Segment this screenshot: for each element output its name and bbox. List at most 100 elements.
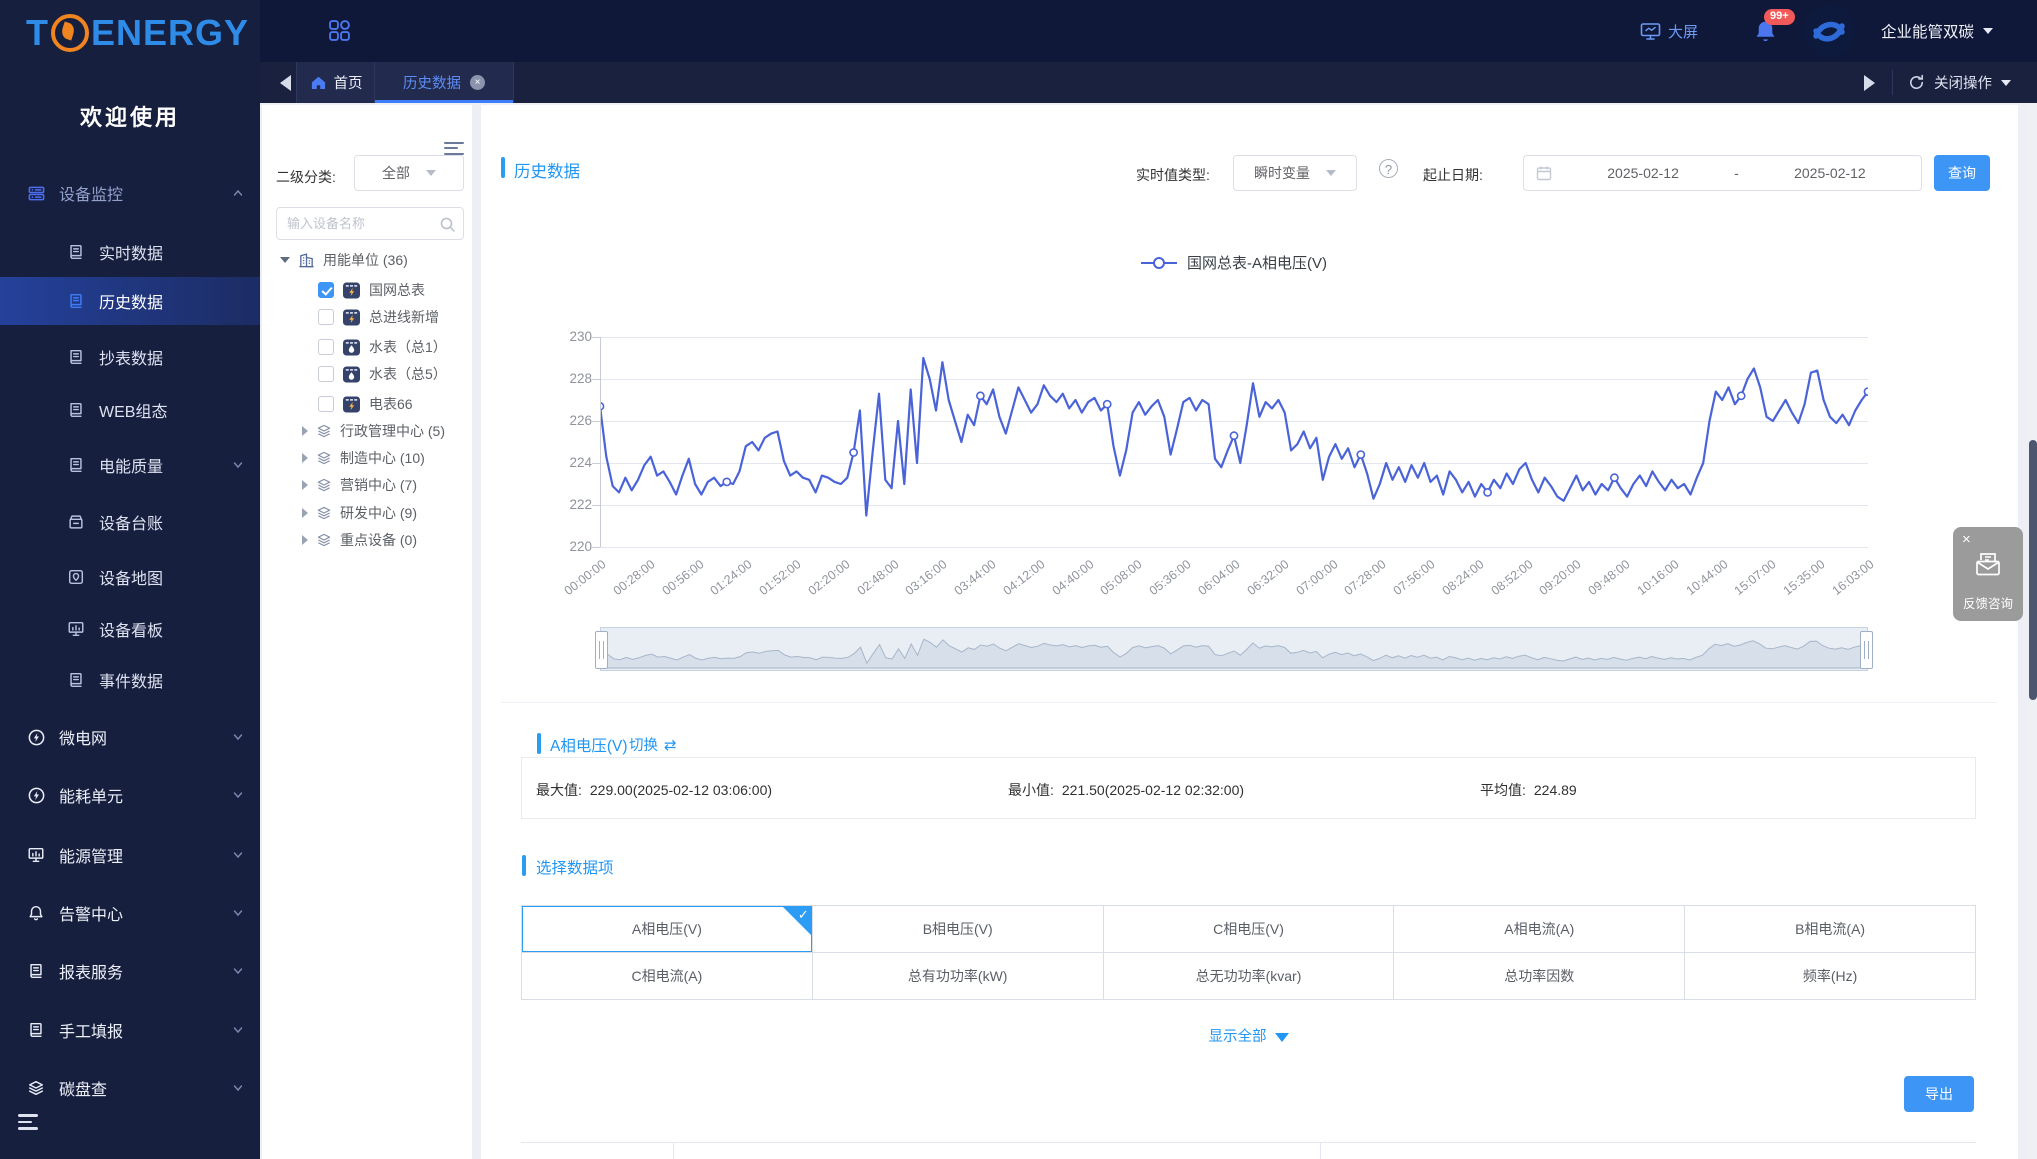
user-avatar[interactable] xyxy=(1803,5,1855,57)
sidebar-item-device-board[interactable]: 设备看板 xyxy=(0,605,260,653)
tab-home[interactable]: 首页 xyxy=(296,62,376,103)
swap-arrows-icon: ⇄ xyxy=(664,736,677,754)
building-icon xyxy=(298,252,315,269)
export-button[interactable]: 导出 xyxy=(1904,1076,1974,1112)
book-icon xyxy=(66,670,86,690)
checkbox[interactable] xyxy=(318,309,334,325)
top-header: 大屏 99+ 企业能管双碳 xyxy=(260,0,2037,62)
close-operations-dropdown[interactable]: 关闭操作 xyxy=(1908,62,2011,103)
tree-device-grid-master-meter[interactable]: 国网总表 xyxy=(318,278,425,302)
help-icon[interactable]: ? xyxy=(1379,159,1398,178)
tree-device-water-meter-1[interactable]: 水表（总1） xyxy=(318,335,447,359)
book-icon xyxy=(66,242,86,262)
query-button[interactable]: 查询 xyxy=(1934,155,1990,191)
sidebar-item-realtime-data[interactable]: 实时数据 xyxy=(0,228,260,276)
device-search-input[interactable] xyxy=(276,207,464,240)
switch-metric-button[interactable]: 切换⇄ xyxy=(629,734,677,755)
tree-group-marketing-center[interactable]: 营销中心 (7) xyxy=(302,473,417,497)
big-screen-button[interactable]: 大屏 xyxy=(1633,21,1698,42)
show-all-button[interactable]: 显示全部 xyxy=(521,1025,1976,1046)
sidebar-item-device-monitor[interactable]: 设备监控 xyxy=(0,171,260,215)
sidebar-item-power-quality[interactable]: 电能质量 xyxy=(0,441,260,489)
notification-bell-icon[interactable]: 99+ xyxy=(1754,19,1777,44)
category-select[interactable]: 全部 xyxy=(354,155,464,191)
sidebar-item-device-map[interactable]: 设备地图 xyxy=(0,553,260,601)
tree-device-emeter-66[interactable]: 电表66 xyxy=(318,392,413,416)
data-item-a-current[interactable]: A相电流(A) xyxy=(1394,906,1685,953)
tree-group-rd-center[interactable]: 研发中心 (9) xyxy=(302,501,417,525)
feedback-widget[interactable]: × 反馈咨询 xyxy=(1953,527,2023,621)
app-root: TENERGY 欢迎使用 设备监控实时数据历史数据抄表数据WEB组态电能质量设备… xyxy=(0,0,2037,1159)
y-axis-label: 220 xyxy=(544,539,592,554)
chart-legend[interactable]: 国网总表-A相电压(V) xyxy=(600,252,1868,273)
tree-root-item[interactable]: 用能单位 (36) xyxy=(280,248,408,272)
sidebar-item-energy-mgmt[interactable]: 能源管理 xyxy=(0,833,260,877)
date-range-input[interactable]: 2025-02-12 - 2025-02-12 xyxy=(1523,155,1922,191)
archive-icon xyxy=(66,512,86,532)
chevron-down-icon xyxy=(426,170,436,176)
data-item-c-voltage[interactable]: C相电压(V) xyxy=(1104,906,1395,953)
tree-group-key-devices[interactable]: 重点设备 (0) xyxy=(302,528,417,552)
sidebar-item-report-service[interactable]: 报表服务 xyxy=(0,949,260,993)
refresh-icon[interactable] xyxy=(1908,74,1925,91)
sidebar-item-energy-unit[interactable]: 能耗单元 xyxy=(0,773,260,817)
book-icon xyxy=(26,961,46,981)
sidebar-item-alarm-center[interactable]: 告警中心 xyxy=(0,891,260,935)
scrollbar-thumb[interactable] xyxy=(2029,440,2037,700)
realtime-type-select[interactable]: 瞬时变量 xyxy=(1233,155,1357,191)
datazoom-left-handle-icon[interactable] xyxy=(595,631,608,669)
tab-nav-back-icon[interactable] xyxy=(280,75,291,91)
chevron-down-icon xyxy=(232,459,244,471)
data-item-reactive-power[interactable]: 总无功功率(kvar) xyxy=(1104,953,1395,1000)
tree-device-incoming-line-new[interactable]: 总进线新增 xyxy=(318,305,439,329)
data-item-active-power[interactable]: 总有功功率(kW) xyxy=(813,953,1104,1000)
checkbox[interactable] xyxy=(318,339,334,355)
board-icon xyxy=(26,845,46,865)
tab-history-data[interactable]: 历史数据 × xyxy=(374,62,514,103)
devices-icon xyxy=(26,183,46,203)
date-range-label: 起止日期: xyxy=(1423,165,1483,185)
data-item-c-current[interactable]: C相电流(A) xyxy=(522,953,813,1000)
chart-datazoom-slider[interactable] xyxy=(600,627,1868,671)
data-item-b-current[interactable]: B相电流(A) xyxy=(1685,906,1976,953)
datazoom-right-handle-icon[interactable] xyxy=(1860,631,1873,669)
caret-right-icon xyxy=(302,480,308,490)
book-icon xyxy=(66,455,86,475)
sidebar-item-microgrid[interactable]: 微电网 xyxy=(0,715,260,759)
tree-collapse-icon[interactable] xyxy=(444,138,464,154)
tree-device-water-meter-5[interactable]: 水表（总5） xyxy=(318,362,447,386)
sidebar-item-meter-reading-data[interactable]: 抄表数据 xyxy=(0,333,260,381)
checkbox[interactable] xyxy=(318,396,334,412)
sidebar-item-manual-report[interactable]: 手工填报 xyxy=(0,1008,260,1052)
feedback-label: 反馈咨询 xyxy=(1953,593,2023,612)
org-dropdown[interactable]: 企业能管双碳 xyxy=(1881,20,1993,42)
sidebar-item-history-data[interactable]: 历史数据 xyxy=(0,277,260,325)
tab-nav-forward-icon[interactable] xyxy=(1864,75,1875,91)
sidebar-item-device-ledger[interactable]: 设备台账 xyxy=(0,498,260,546)
apps-grid-icon[interactable] xyxy=(328,19,351,42)
meter-bolt-icon xyxy=(342,281,361,300)
sidebar-item-web-scada[interactable]: WEB组态 xyxy=(0,386,260,434)
chevron-down-icon xyxy=(1326,170,1336,176)
meter-drop-icon xyxy=(342,338,361,357)
selector-section-title: 选择数据项 xyxy=(536,856,614,878)
data-item-power-factor[interactable]: 总功率因数 xyxy=(1394,953,1685,1000)
data-item-b-voltage[interactable]: B相电压(V) xyxy=(813,906,1104,953)
sidebar-item-carbon-audit[interactable]: 碳盘查 xyxy=(0,1066,260,1110)
checkbox[interactable] xyxy=(318,366,334,382)
tree-group-admin-center[interactable]: 行政管理中心 (5) xyxy=(302,419,445,443)
axis-tick xyxy=(592,337,600,338)
sidebar-collapse-icon[interactable] xyxy=(18,1110,44,1132)
tree-group-manufacturing-center[interactable]: 制造中心 (10) xyxy=(302,446,425,470)
sidebar-item-event-data[interactable]: 事件数据 xyxy=(0,656,260,704)
data-item-a-voltage[interactable]: A相电压(V)✓ xyxy=(522,906,813,953)
close-icon[interactable]: × xyxy=(470,75,485,90)
axis-tick xyxy=(592,463,600,464)
y-axis-line xyxy=(600,337,601,547)
data-item-frequency[interactable]: 频率(Hz) xyxy=(1685,953,1976,1000)
axis-tick xyxy=(592,505,600,506)
max-stat: 最大值:229.00(2025-02-12 03:06:00) xyxy=(536,780,772,800)
checkbox[interactable] xyxy=(318,282,334,298)
close-icon[interactable]: × xyxy=(1962,531,1971,548)
chevron-down-icon xyxy=(232,965,244,977)
